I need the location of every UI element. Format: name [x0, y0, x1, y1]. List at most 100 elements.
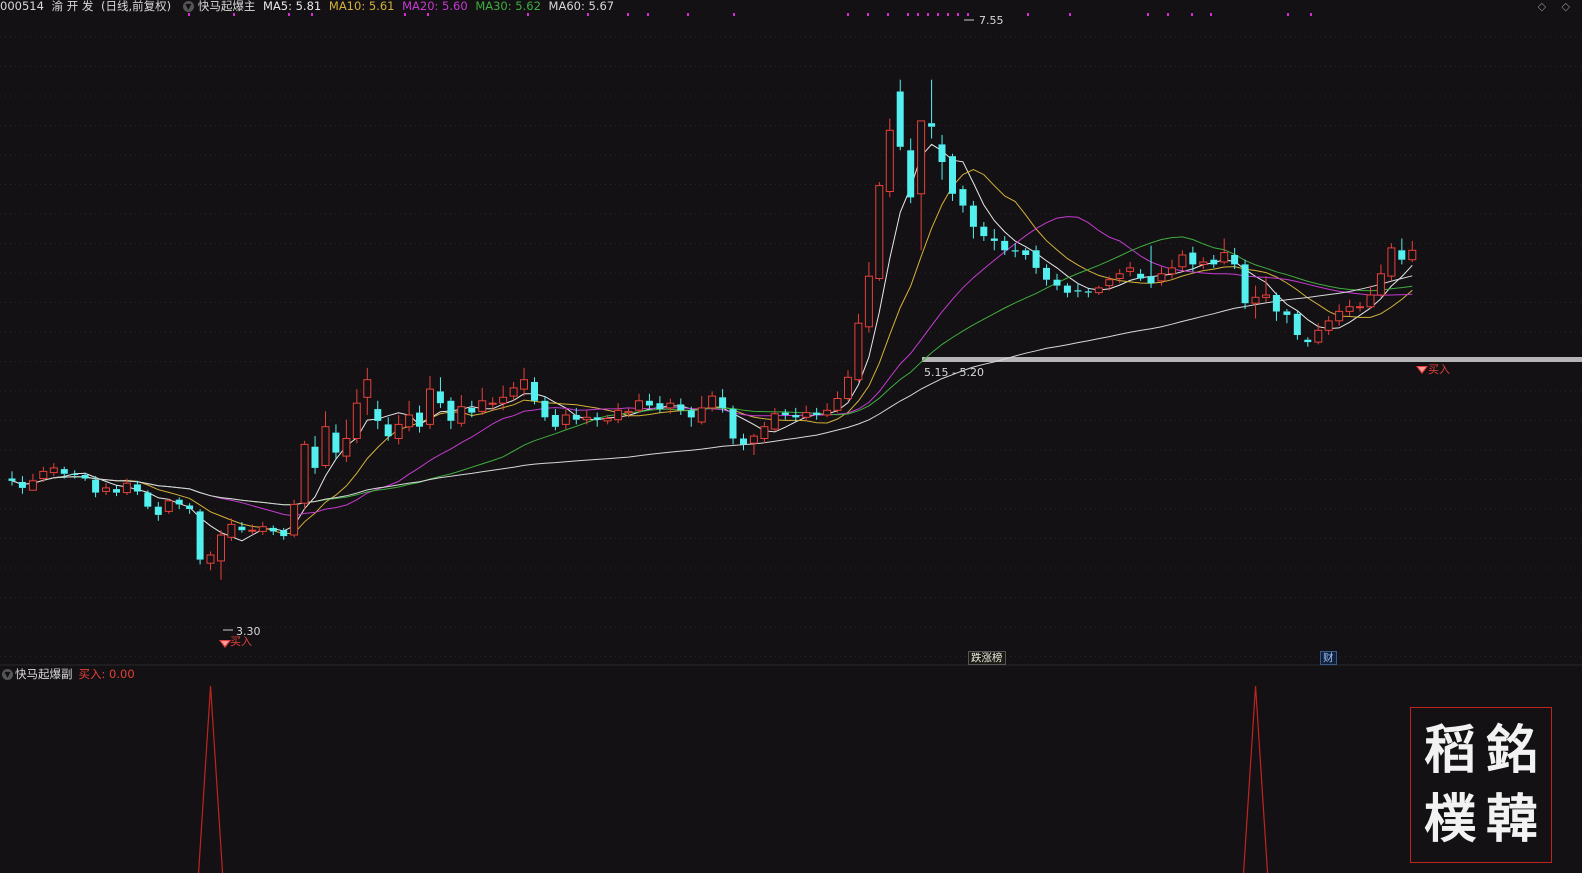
- candle-body: [990, 238, 998, 241]
- candle-down: [1084, 287, 1092, 298]
- candle-body: [1063, 285, 1071, 293]
- candle-body: [8, 478, 16, 481]
- candle-body: [687, 410, 695, 418]
- candle-down: [656, 396, 664, 413]
- candle-body: [1147, 276, 1155, 284]
- price-grid: [0, 36, 1582, 657]
- candle-up: [426, 376, 434, 430]
- signal-dot: [288, 13, 290, 16]
- financial-tag[interactable]: 财: [1320, 651, 1337, 665]
- candle-up: [561, 409, 570, 430]
- rank-tag[interactable]: 跌涨榜: [968, 651, 1006, 665]
- candle-body: [708, 395, 717, 409]
- candle-down: [1001, 236, 1009, 255]
- seal-char-3: 韓: [1485, 789, 1538, 850]
- high-annotation: 7.55: [964, 14, 1004, 27]
- candle-down: [541, 396, 549, 421]
- candle-down: [896, 79, 904, 151]
- signal-dot: [1069, 13, 1071, 16]
- candle-down: [740, 433, 747, 451]
- candle-body: [907, 150, 915, 198]
- candle-body: [582, 416, 591, 421]
- signal-dot: [887, 13, 889, 16]
- candle-body: [1283, 311, 1291, 315]
- signal-dot: [907, 13, 909, 16]
- signal-dot: [311, 13, 313, 16]
- candle-body: [896, 91, 904, 147]
- candle-body: [572, 415, 580, 420]
- candle-body: [885, 129, 894, 193]
- candle-down: [1210, 255, 1218, 268]
- signal-dot: [1310, 13, 1312, 16]
- buy-marker-2: 买入: [1416, 363, 1450, 376]
- candle-body: [677, 404, 685, 411]
- candle-body: [321, 426, 330, 467]
- candle-body: [1262, 294, 1270, 298]
- candle-body: [258, 526, 267, 532]
- candle-body: [133, 484, 141, 492]
- candle-body: [1199, 261, 1208, 265]
- signal-dot: [1191, 13, 1193, 16]
- candle-down: [311, 436, 319, 474]
- candle-up: [394, 415, 403, 445]
- candle-up: [1094, 285, 1103, 295]
- candle-body: [1293, 313, 1301, 335]
- candle-body: [1105, 279, 1114, 287]
- candle-body: [1345, 306, 1354, 312]
- signal-dot: [917, 13, 919, 16]
- candle-body: [1387, 247, 1396, 277]
- signal-dot: [733, 13, 735, 16]
- candle-body: [969, 205, 977, 227]
- candle-down: [269, 525, 277, 535]
- candle-body: [844, 376, 852, 399]
- candle-body: [60, 469, 68, 474]
- candle-down: [1241, 259, 1249, 310]
- kline-chart[interactable]: 7.55 3.30 5.15 - 5.20 买入 买入: [0, 0, 1582, 873]
- seal-char-2: 稻: [1423, 720, 1476, 781]
- candle-body: [666, 402, 675, 409]
- candle-body: [813, 412, 821, 415]
- sub-indicator-dropdown-icon[interactable]: ▼: [2, 669, 13, 680]
- candle-body: [144, 492, 152, 507]
- candle-down: [1032, 245, 1040, 274]
- candle-body: [227, 523, 236, 538]
- candle-down: [677, 398, 685, 415]
- candle-up: [875, 182, 884, 281]
- candle-up: [1387, 243, 1396, 281]
- candle-body: [938, 144, 946, 162]
- candle-body: [749, 435, 758, 444]
- candle-body: [1032, 250, 1040, 268]
- candle-body: [509, 387, 518, 397]
- signal-dot: [1167, 13, 1169, 16]
- candle-down: [384, 417, 392, 441]
- signal-dot: [687, 13, 689, 16]
- candle-down: [969, 200, 977, 239]
- candle-down: [645, 393, 653, 410]
- candle-down: [332, 424, 340, 459]
- signal-dot: [847, 13, 849, 16]
- candle-body: [416, 412, 423, 427]
- candle-up: [844, 370, 852, 401]
- candle-body: [374, 409, 382, 421]
- candle-up: [1345, 299, 1354, 317]
- candle-up: [635, 393, 643, 413]
- candle-down: [1283, 309, 1291, 324]
- sub-indicator-name[interactable]: 快马起爆副: [15, 667, 73, 681]
- candle-down: [949, 153, 956, 201]
- candle-up: [885, 118, 894, 198]
- sub-indicator-pane: [197, 685, 1269, 873]
- candle-body: [238, 526, 246, 531]
- signal-dot: [957, 13, 959, 16]
- signal-dot: [867, 13, 869, 16]
- candle-body: [217, 534, 225, 562]
- candle-down: [436, 377, 444, 408]
- candle-body: [102, 487, 110, 492]
- candle-up: [1262, 276, 1270, 302]
- candle-body: [154, 506, 162, 515]
- candle-body: [488, 402, 497, 405]
- candle-down: [551, 409, 559, 431]
- candle-body: [478, 400, 487, 412]
- signal-dot: [427, 13, 429, 16]
- candle-up: [1199, 257, 1208, 270]
- candle-body: [1356, 306, 1364, 309]
